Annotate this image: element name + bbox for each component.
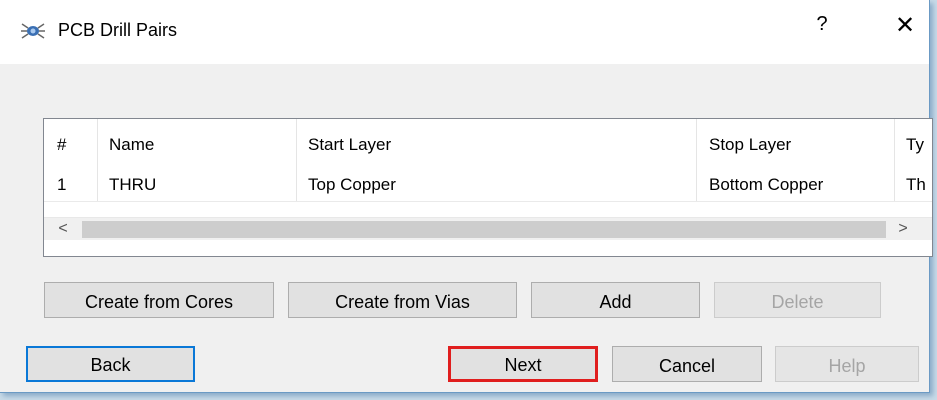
pcb-drill-pairs-dialog: PCB Drill Pairs ? ✕ # Name Start Layer S… <box>0 0 933 393</box>
help-question-icon[interactable]: ? <box>812 13 832 36</box>
next-button[interactable]: Next <box>448 346 598 382</box>
cell-start-layer: Top Copper <box>308 175 396 194</box>
cell-stop-layer: Bottom Copper <box>709 175 824 194</box>
column-header-start-layer[interactable]: Start Layer <box>308 135 391 155</box>
create-from-cores-button[interactable]: Create from Cores <box>44 282 274 318</box>
column-header-name[interactable]: Name <box>109 135 154 155</box>
add-button[interactable]: Add <box>531 282 700 318</box>
column-header-number[interactable]: # <box>57 135 66 155</box>
close-icon[interactable]: ✕ <box>893 13 917 39</box>
scroll-left-icon[interactable]: < <box>52 218 74 240</box>
drill-pairs-list[interactable]: # Name Start Layer Stop Layer Ty 1 THRU … <box>43 118 933 257</box>
column-divider <box>894 119 895 201</box>
list-header: # Name Start Layer Stop Layer Ty <box>44 119 932 167</box>
scrollbar-thumb[interactable] <box>82 221 886 238</box>
help-button: Help <box>775 346 919 382</box>
column-divider <box>296 119 297 201</box>
horizontal-scrollbar[interactable]: < > <box>44 217 932 240</box>
column-header-stop-layer[interactable]: Stop Layer <box>709 135 791 155</box>
window-title: PCB Drill Pairs <box>58 20 178 40</box>
cell-number: 1 <box>57 175 67 194</box>
pcb-bug-icon <box>21 23 45 39</box>
create-from-vias-button[interactable]: Create from Vias <box>288 282 517 318</box>
delete-button: Delete <box>714 282 881 318</box>
column-divider <box>696 119 697 201</box>
column-divider <box>97 119 98 201</box>
cancel-button[interactable]: Cancel <box>612 346 762 382</box>
column-header-type[interactable]: Ty <box>906 135 924 155</box>
cell-name: THRU <box>109 175 157 194</box>
row-separator <box>44 201 932 202</box>
scroll-right-icon[interactable]: > <box>892 218 914 240</box>
back-button[interactable]: Back <box>26 346 195 382</box>
cell-type: Th <box>906 175 926 194</box>
title-bar: PCB Drill Pairs ? ✕ <box>0 0 929 64</box>
